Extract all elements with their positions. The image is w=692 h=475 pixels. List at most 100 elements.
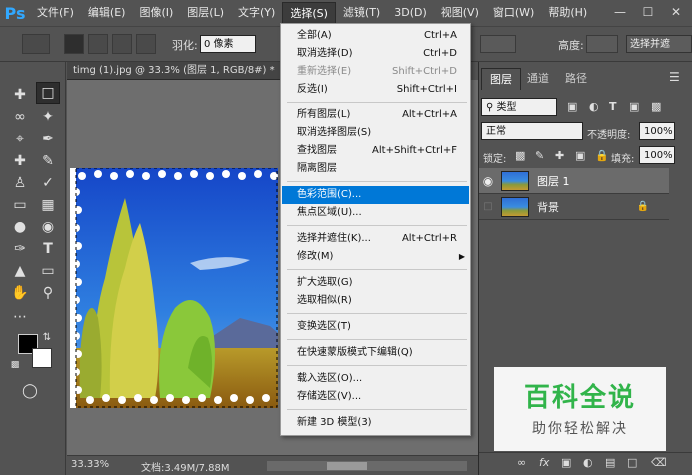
menu-window[interactable]: 窗口(W) [486, 2, 541, 24]
menu-item-deselect-layers[interactable]: 取消选择图层(S) [282, 124, 469, 142]
clone-stamp-icon[interactable]: ♙ [8, 172, 32, 194]
menu-select[interactable]: 选择(S) [282, 2, 336, 24]
panel-menu-icon[interactable]: ☰ [669, 70, 680, 84]
menu-layer[interactable]: 图层(L) [180, 2, 231, 24]
menu-item-inverse[interactable]: 反选(I) Shift+Ctrl+I [282, 81, 469, 99]
swap-colors-icon[interactable]: ⇅ [40, 330, 54, 344]
menu-help[interactable]: 帮助(H) [541, 2, 594, 24]
intersect-selection-icon[interactable] [136, 34, 156, 54]
brush-tool-icon[interactable]: ✎ [36, 150, 60, 172]
new-selection-icon[interactable] [64, 34, 84, 54]
horizontal-scrollbar[interactable] [267, 461, 467, 471]
tab-channels[interactable]: 通道 [519, 68, 557, 90]
menu-item-focus-area[interactable]: 焦点区域(U)... [282, 204, 469, 222]
visibility-eye-icon[interactable]: ◉ [479, 174, 497, 188]
menu-item-all-layers[interactable]: 所有图层(L) Alt+Ctrl+A [282, 106, 469, 124]
menu-image[interactable]: 图像(I) [132, 2, 180, 24]
link-layers-icon[interactable]: ∞ [517, 456, 526, 469]
layer-row[interactable]: ◉ 图层 1 [479, 168, 669, 194]
zoom-tool-icon[interactable]: ⚲ [36, 282, 60, 304]
gradient-tool-icon[interactable]: ▦ [36, 194, 60, 216]
menu-item-select-and-mask[interactable]: 选择并遮住(K)... Alt+Ctrl+R [282, 230, 469, 248]
menu-item-save-selection[interactable]: 存储选区(V)... [282, 388, 469, 406]
menu-file[interactable]: 文件(F) [30, 2, 81, 24]
eyedropper-icon[interactable]: ✒ [36, 128, 60, 150]
menu-item-select-all[interactable]: 全部(A) Ctrl+A [282, 27, 469, 45]
tab-paths[interactable]: 路径 [557, 68, 595, 90]
filter-smart-icon[interactable]: ▩ [651, 100, 661, 113]
menu-item-find-layers[interactable]: 查找图层 Alt+Shift+Ctrl+F [282, 142, 469, 160]
marquee-preset-icon[interactable] [22, 34, 50, 54]
lock-position-icon[interactable]: ✚ [555, 149, 564, 162]
filter-pixel-icon[interactable]: ▣ [567, 100, 577, 113]
eraser-tool-icon[interactable]: ▭ [8, 194, 32, 216]
document-tab[interactable]: timg (1).jpg @ 33.3% (图层 1, RGB/8#) * [67, 62, 280, 80]
menu-edit[interactable]: 编辑(E) [81, 2, 133, 24]
background-color-swatch[interactable] [32, 348, 52, 368]
feather-input[interactable]: 0 像素 [200, 35, 256, 53]
fill-input[interactable]: 100% [639, 146, 675, 164]
minimize-icon[interactable]: — [612, 4, 628, 20]
menu-item-load-selection[interactable]: 载入选区(O)... [282, 370, 469, 388]
new-group-icon[interactable]: ▤ [605, 456, 615, 469]
menu-item-color-range[interactable]: 色彩范围(C)... [282, 186, 469, 204]
filter-adjust-icon[interactable]: ◐ [589, 100, 599, 113]
subtract-selection-icon[interactable] [112, 34, 132, 54]
quick-mask-icon[interactable]: ◯ [18, 380, 42, 402]
adjustment-layer-icon[interactable]: ◐ [583, 456, 593, 469]
doc-size[interactable]: 文档:3.49M/7.88M [141, 459, 230, 474]
menu-item-deselect[interactable]: 取消选择(D) Ctrl+D [282, 45, 469, 63]
filter-type-icon[interactable]: T [609, 100, 617, 113]
dodge-tool-icon[interactable]: ◉ [36, 216, 60, 238]
hand-tool-icon[interactable]: ✋ [8, 282, 32, 304]
image-canvas[interactable] [70, 168, 278, 408]
lock-artboard-icon[interactable]: ▣ [575, 149, 585, 162]
menu-item-quick-mask[interactable]: 在快速蒙版模式下编辑(Q) [282, 344, 469, 362]
history-brush-icon[interactable]: ✓ [36, 172, 60, 194]
magic-wand-icon[interactable]: ✦ [36, 106, 60, 128]
new-layer-icon[interactable]: □ [627, 456, 637, 469]
path-selection-icon[interactable]: ▲ [8, 260, 32, 282]
height-input[interactable] [586, 35, 618, 53]
menu-item-new-3d-model[interactable]: 新建 3D 模型(3) [282, 414, 469, 432]
healing-brush-icon[interactable]: ✚ [8, 150, 32, 172]
select-and-mask-button[interactable]: 选择并遮 [626, 35, 692, 53]
move-tool-icon[interactable]: ✚ [8, 84, 32, 106]
menu-type[interactable]: 文字(Y) [231, 2, 282, 24]
menu-item-transform-selection[interactable]: 变换选区(T) [282, 318, 469, 336]
more-tools-icon[interactable]: ⋯ [8, 306, 32, 328]
scrollbar-thumb[interactable] [327, 462, 367, 470]
menu-item-modify[interactable]: 修改(M) ▶ [282, 248, 469, 266]
type-tool-icon[interactable]: T [36, 238, 60, 260]
delete-layer-icon[interactable]: ⌫ [651, 456, 667, 469]
tab-layers[interactable]: 图层 [481, 68, 521, 90]
add-mask-icon[interactable]: ▣ [561, 456, 571, 469]
blend-mode-select[interactable]: 正常 [481, 122, 583, 140]
pen-tool-icon[interactable]: ✑ [8, 238, 32, 260]
menu-item-grow[interactable]: 扩大选取(G) [282, 274, 469, 292]
width-input[interactable] [480, 35, 516, 53]
lock-all-icon[interactable]: 🔒 [595, 149, 609, 162]
default-colors-icon[interactable]: ▩ [8, 358, 22, 372]
maximize-icon[interactable]: ☐ [640, 4, 656, 20]
fx-icon[interactable]: fx [539, 456, 549, 469]
add-selection-icon[interactable] [88, 34, 108, 54]
marquee-tool-icon[interactable]: □ [36, 82, 60, 104]
filter-kind-select[interactable]: ⚲ 类型 [481, 98, 557, 116]
visibility-off-icon[interactable]: □ [479, 201, 497, 212]
menu-filter[interactable]: 滤镜(T) [336, 2, 387, 24]
menu-view[interactable]: 视图(V) [434, 2, 486, 24]
menu-item-similar[interactable]: 选取相似(R) [282, 292, 469, 310]
lock-pixels-icon[interactable]: ▩ [515, 149, 525, 162]
zoom-level[interactable]: 33.33% [71, 459, 109, 470]
lock-paint-icon[interactable]: ✎ [535, 149, 544, 162]
blur-tool-icon[interactable]: ● [8, 216, 32, 238]
menu-item-isolate-layers[interactable]: 隔离图层 [282, 160, 469, 178]
filter-shape-icon[interactable]: ▣ [629, 100, 639, 113]
rectangle-tool-icon[interactable]: ▭ [36, 260, 60, 282]
lasso-tool-icon[interactable]: ∞ [8, 106, 32, 128]
close-icon[interactable]: ✕ [668, 4, 684, 20]
opacity-input[interactable]: 100% [639, 122, 675, 140]
menu-3d[interactable]: 3D(D) [387, 2, 434, 24]
layer-row[interactable]: □ 背景 🔒 [479, 194, 669, 220]
